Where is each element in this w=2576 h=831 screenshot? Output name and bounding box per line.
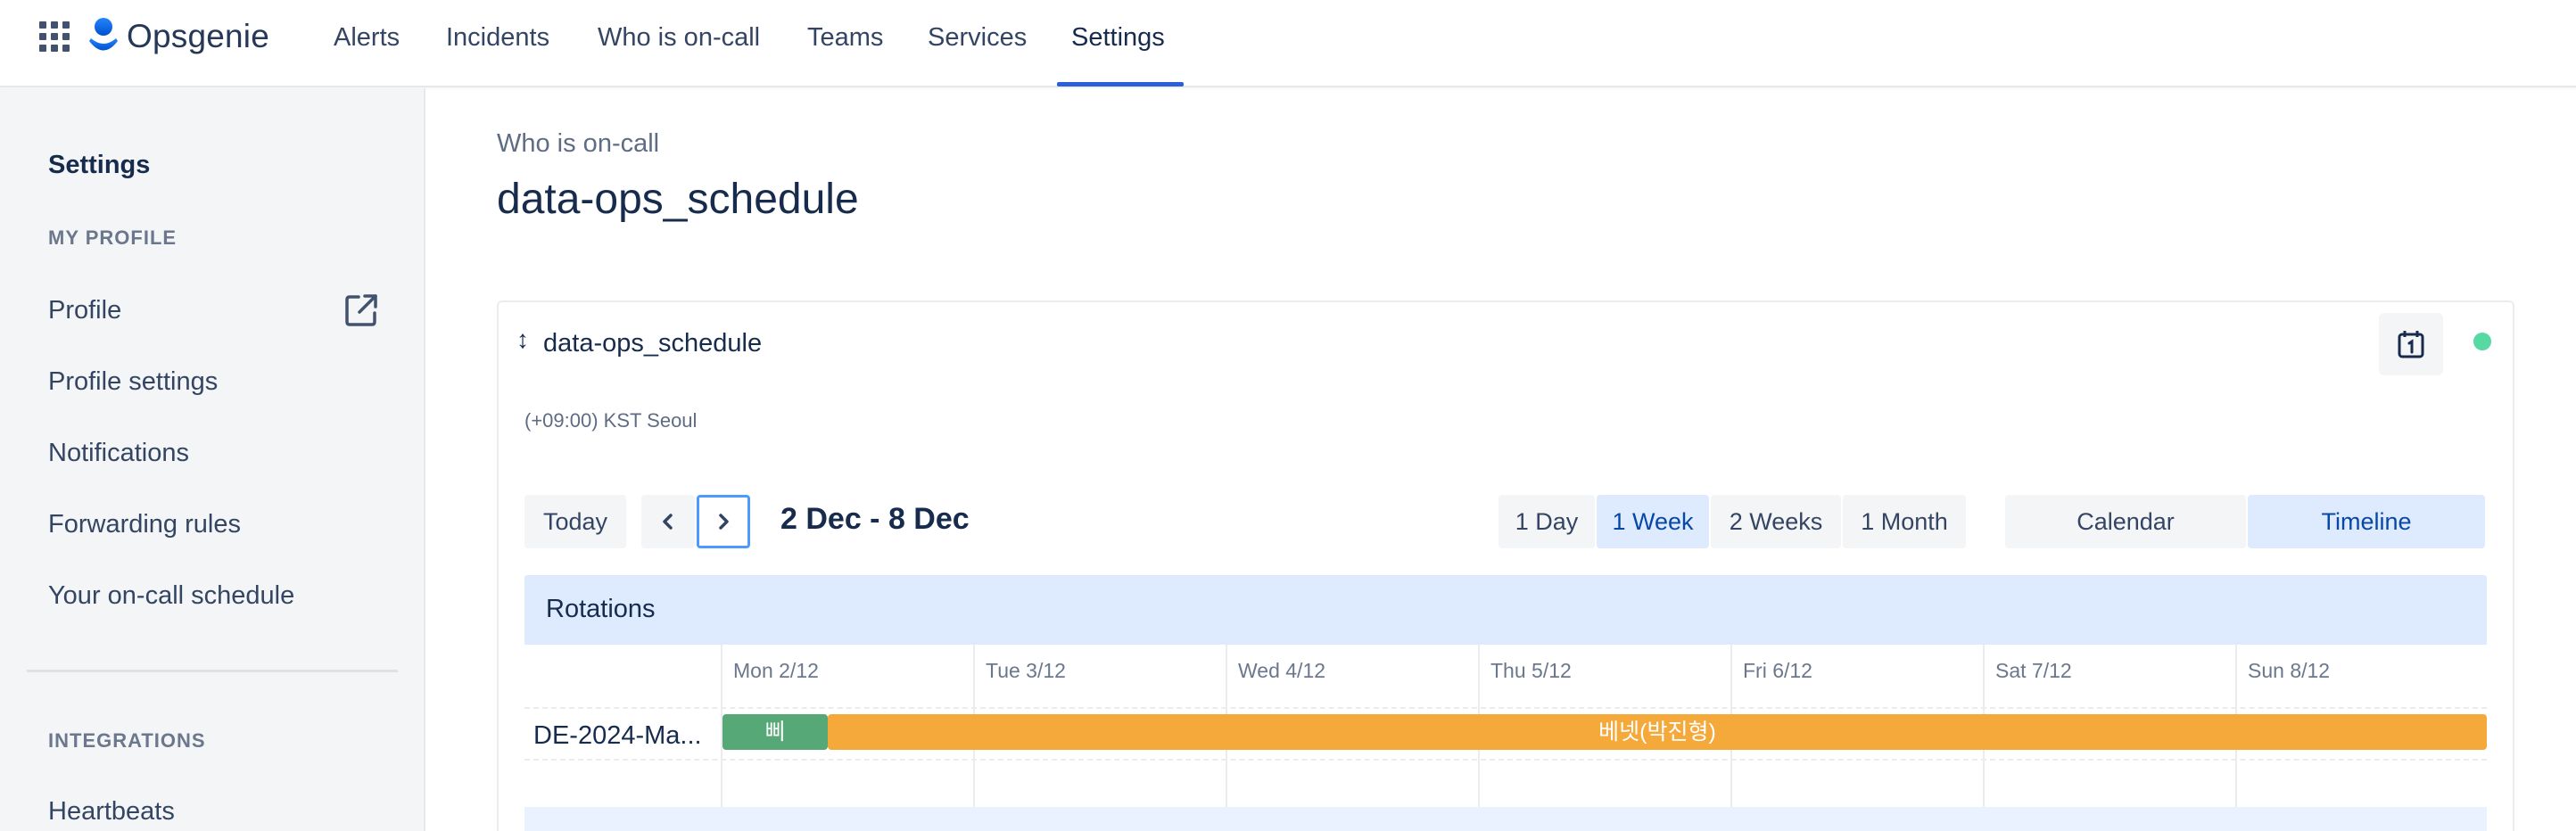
view-timeline-tab[interactable]: Timeline xyxy=(2248,495,2485,548)
day-label-sun: Sun 8/12 xyxy=(2248,659,2331,682)
chevron-right-icon xyxy=(719,514,729,530)
shift-block[interactable]: 삐 xyxy=(722,714,828,750)
nav-alerts[interactable]: Alerts xyxy=(334,20,400,55)
day-label-sat: Sat 7/12 xyxy=(1995,659,2072,682)
day-label-fri: Fri 6/12 xyxy=(1743,659,1812,682)
nav-incidents[interactable]: Incidents xyxy=(446,20,549,55)
active-nav-indicator xyxy=(1057,82,1184,86)
collapse-arrows-icon[interactable]: ↕ xyxy=(516,325,529,354)
next-period-button[interactable] xyxy=(697,495,750,548)
nav-services[interactable]: Services xyxy=(928,20,1027,55)
schedule-status-dot xyxy=(2473,333,2491,350)
shift-block[interactable]: 베넷(박진형) xyxy=(828,714,2487,750)
nav-settings[interactable]: Settings xyxy=(1071,20,1165,55)
settings-sidebar: Settings MY PROFILE Profile Profile sett… xyxy=(0,88,425,831)
nav-who-is-on-call[interactable]: Who is on-call xyxy=(598,20,760,55)
day-label-mon: Mon 2/12 xyxy=(733,659,819,682)
calendar-export-button[interactable] xyxy=(2379,313,2443,375)
sidebar-item-profile[interactable]: Profile xyxy=(48,296,121,325)
top-navigation: Opsgenie Alerts Incidents Who is on-call… xyxy=(0,0,2576,87)
sidebar-divider xyxy=(27,670,398,672)
next-section-header xyxy=(524,807,2487,831)
range-2-weeks[interactable]: 2 Weeks xyxy=(1711,495,1841,548)
schedule-name: data-ops_schedule xyxy=(543,329,763,358)
sidebar-item-heartbeats[interactable]: Heartbeats xyxy=(48,797,175,827)
page-title: data-ops_schedule xyxy=(497,176,859,223)
opsgenie-logo[interactable]: Opsgenie xyxy=(87,14,269,59)
day-label-tue: Tue 3/12 xyxy=(986,659,1066,682)
section-my-profile: MY PROFILE xyxy=(48,226,178,249)
previous-period-button[interactable] xyxy=(641,495,695,548)
breadcrumb[interactable]: Who is on-call xyxy=(497,129,659,159)
schedule-timezone: (+09:00) KST Seoul xyxy=(524,409,698,432)
rotations-label: Rotations xyxy=(546,595,656,623)
external-link-icon[interactable] xyxy=(343,292,380,329)
range-1-week[interactable]: 1 Week xyxy=(1597,495,1709,548)
sidebar-item-profile-settings[interactable]: Profile settings xyxy=(48,367,218,397)
app-name: Opsgenie xyxy=(127,18,269,54)
range-1-day[interactable]: 1 Day xyxy=(1499,495,1595,548)
timeline-grid: Mon 2/12 Tue 3/12 Wed 4/12 Thu 5/12 Fri … xyxy=(524,645,2487,831)
rotation-name[interactable]: DE-2024-Ma... xyxy=(533,721,721,751)
sidebar-item-forwarding-rules[interactable]: Forwarding rules xyxy=(48,510,241,539)
chevron-left-icon xyxy=(663,514,673,530)
schedule-card: ↕ data-ops_schedule (+09:00) KST Seoul T… xyxy=(497,300,2514,831)
today-button[interactable]: Today xyxy=(524,495,626,548)
sidebar-item-your-on-call-schedule[interactable]: Your on-call schedule xyxy=(48,581,294,611)
day-label-thu: Thu 5/12 xyxy=(1490,659,1572,682)
calendar-icon xyxy=(2398,331,2424,358)
nav-teams[interactable]: Teams xyxy=(807,20,883,55)
range-1-month[interactable]: 1 Month xyxy=(1843,495,1966,548)
date-range-label: 2 Dec - 8 Dec xyxy=(780,502,970,536)
rotations-header: Rotations xyxy=(524,575,2487,645)
section-integrations: INTEGRATIONS xyxy=(48,729,206,752)
sidebar-item-notifications[interactable]: Notifications xyxy=(48,439,189,468)
sidebar-title: Settings xyxy=(48,151,151,179)
app-switcher-icon[interactable] xyxy=(39,21,70,52)
opsgenie-logo-icon xyxy=(87,17,120,56)
day-label-wed: Wed 4/12 xyxy=(1238,659,1326,682)
view-calendar-tab[interactable]: Calendar xyxy=(2005,495,2246,548)
